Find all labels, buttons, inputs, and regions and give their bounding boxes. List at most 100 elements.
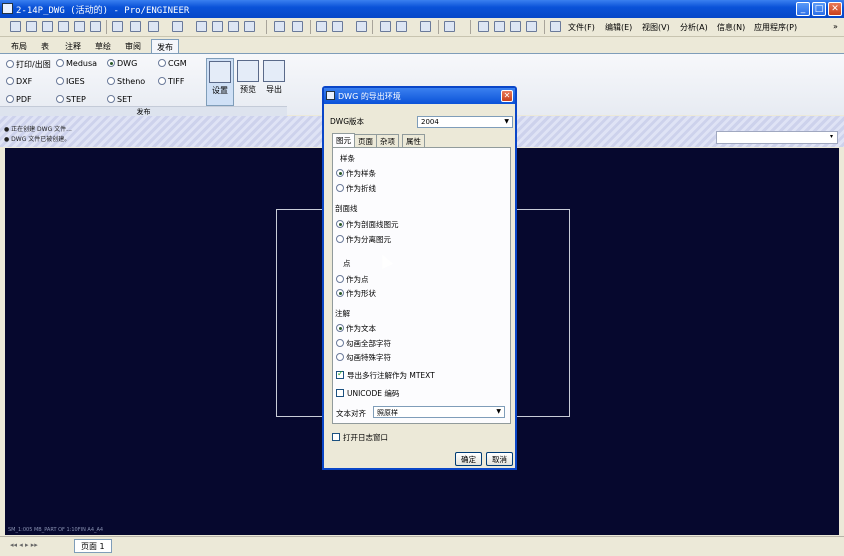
format-iges[interactable]: IGES bbox=[56, 77, 85, 86]
tab-publish[interactable]: 发布 bbox=[151, 39, 179, 53]
sketch-text-icon[interactable] bbox=[526, 21, 537, 32]
tab-entities[interactable]: 图元 bbox=[332, 133, 355, 148]
menu-applications[interactable]: 应用程序(P) bbox=[754, 22, 797, 33]
tree-icon[interactable] bbox=[292, 21, 303, 32]
app-icon bbox=[2, 3, 13, 14]
sketch-line-icon[interactable] bbox=[478, 21, 489, 32]
tab-annotate[interactable]: 注释 bbox=[60, 39, 86, 53]
smart-filter-select[interactable]: ▾ bbox=[716, 131, 838, 144]
version-select[interactable]: 2004 ▼ bbox=[417, 116, 513, 128]
format-set[interactable]: SET bbox=[107, 95, 132, 104]
tab-misc[interactable]: 杂项 bbox=[376, 134, 399, 147]
file-icon[interactable] bbox=[42, 21, 53, 32]
note-as-text-option[interactable]: 作为文本 bbox=[336, 323, 376, 334]
preview-icon bbox=[237, 60, 259, 82]
print-icon[interactable] bbox=[90, 21, 101, 32]
radio-icon bbox=[336, 235, 344, 243]
export-icon bbox=[263, 60, 285, 82]
menu-view[interactable]: 视图(V) bbox=[642, 22, 670, 33]
undo-icon[interactable] bbox=[148, 21, 159, 32]
format-medusa[interactable]: Medusa bbox=[56, 59, 97, 68]
folder-icon[interactable] bbox=[58, 21, 69, 32]
format-dxf[interactable]: DXF bbox=[6, 77, 32, 86]
note-group-title: 注解 bbox=[335, 309, 350, 318]
point-as-shape-option[interactable]: 作为形状 bbox=[336, 288, 376, 299]
menu-file[interactable]: 文件(F) bbox=[568, 22, 595, 33]
repaint-icon[interactable] bbox=[380, 21, 391, 32]
dialog-icon bbox=[326, 91, 335, 100]
page-nav-icons[interactable]: ◂◂ ◂ ▸ ▸▸ bbox=[10, 541, 38, 549]
chevron-down-icon: ▾ bbox=[829, 133, 833, 140]
menu-info[interactable]: 信息(N) bbox=[717, 22, 745, 33]
ok-button[interactable]: 确定 bbox=[455, 452, 482, 466]
layer-icon[interactable] bbox=[274, 21, 285, 32]
checkbox-icon bbox=[332, 433, 340, 441]
format-tiff[interactable]: TIFF bbox=[158, 77, 184, 86]
format-print[interactable]: 打印/出图 bbox=[6, 59, 51, 70]
more-menu-icon[interactable]: » bbox=[833, 22, 838, 31]
ribbon-tabs: 布局 表 注释 草绘 审阅 发布 bbox=[0, 37, 844, 53]
spline-as-polyline-option[interactable]: 作为折线 bbox=[336, 183, 376, 194]
tab-page[interactable]: 页面 bbox=[354, 134, 377, 147]
format-pdf[interactable]: PDF bbox=[6, 95, 32, 104]
text-align-select[interactable]: 照原样 ▼ bbox=[373, 406, 505, 418]
note-stroke-all-option[interactable]: 勾画全部字符 bbox=[336, 338, 391, 349]
tab-layout[interactable]: 布局 bbox=[6, 39, 32, 53]
help-icon[interactable] bbox=[550, 21, 561, 32]
log-window-checkbox[interactable]: 打开日志窗口 bbox=[332, 432, 388, 443]
menu-edit[interactable]: 编辑(E) bbox=[605, 22, 632, 33]
zoom-icon[interactable] bbox=[420, 21, 431, 32]
save-icon[interactable] bbox=[74, 21, 85, 32]
page-tab[interactable]: 页面 1 bbox=[74, 539, 112, 553]
checkbox-icon bbox=[336, 389, 344, 397]
chevron-down-icon: ▼ bbox=[496, 408, 501, 415]
radio-icon bbox=[56, 77, 64, 85]
redo-icon[interactable] bbox=[172, 21, 183, 32]
paste-icon[interactable] bbox=[228, 21, 239, 32]
sheet-icon[interactable] bbox=[356, 21, 367, 32]
hatch-as-entity-option[interactable]: 作为剖面线图元 bbox=[336, 219, 399, 230]
tab-review[interactable]: 审阅 bbox=[120, 39, 146, 53]
setup-button[interactable]: 设置 bbox=[206, 58, 234, 106]
new-icon[interactable] bbox=[10, 21, 21, 32]
menu-analysis[interactable]: 分析(A) bbox=[680, 22, 708, 33]
point-as-point-option[interactable]: 作为点 bbox=[336, 274, 369, 285]
radio-icon bbox=[336, 339, 344, 347]
refresh-icon[interactable] bbox=[396, 21, 407, 32]
delete-icon[interactable] bbox=[244, 21, 255, 32]
mtext-checkbox[interactable]: 导出多行注解作为 MTEXT bbox=[336, 369, 435, 381]
format-dwg[interactable]: DWG bbox=[107, 59, 137, 68]
display-style-icon[interactable] bbox=[444, 21, 455, 32]
note-stroke-special-option[interactable]: 勾画特殊字符 bbox=[336, 352, 391, 363]
format-stheno[interactable]: Stheno bbox=[107, 77, 145, 86]
regenerate-icon[interactable] bbox=[130, 21, 141, 32]
radio-icon bbox=[336, 184, 344, 192]
tab-table[interactable]: 表 bbox=[36, 39, 54, 53]
tab-sketch[interactable]: 草绘 bbox=[90, 39, 116, 53]
minimize-button[interactable]: _ bbox=[796, 2, 810, 16]
unicode-checkbox[interactable]: UNICODE 编码 bbox=[336, 388, 399, 399]
grid-icon[interactable] bbox=[332, 21, 343, 32]
copy-icon[interactable] bbox=[212, 21, 223, 32]
tab-properties[interactable]: 属性 bbox=[402, 134, 425, 147]
binoculars-icon[interactable] bbox=[316, 21, 327, 32]
preview-button[interactable]: 预览 bbox=[234, 58, 262, 106]
cancel-button[interactable]: 取消 bbox=[486, 452, 513, 466]
version-label: DWG版本 bbox=[330, 117, 365, 126]
sketch-arc-icon[interactable] bbox=[494, 21, 505, 32]
radio-icon bbox=[336, 353, 344, 361]
close-button[interactable]: ✕ bbox=[828, 2, 842, 16]
format-step[interactable]: STEP bbox=[56, 95, 86, 104]
format-cgm[interactable]: CGM bbox=[158, 59, 187, 68]
sketch-offset-icon[interactable] bbox=[510, 21, 521, 32]
cut-icon[interactable] bbox=[196, 21, 207, 32]
hatch-as-separate-option[interactable]: 作为分离图元 bbox=[336, 234, 391, 245]
export-button[interactable]: 导出 bbox=[260, 58, 288, 106]
open-icon[interactable] bbox=[26, 21, 37, 32]
dialog-close-button[interactable]: ✕ bbox=[501, 90, 513, 102]
radio-icon bbox=[336, 275, 344, 283]
close-window-icon[interactable] bbox=[112, 21, 123, 32]
spline-as-spline-option[interactable]: 作为样条 bbox=[336, 168, 376, 179]
radio-selected-icon bbox=[336, 324, 344, 332]
maximize-button[interactable]: □ bbox=[812, 2, 826, 16]
